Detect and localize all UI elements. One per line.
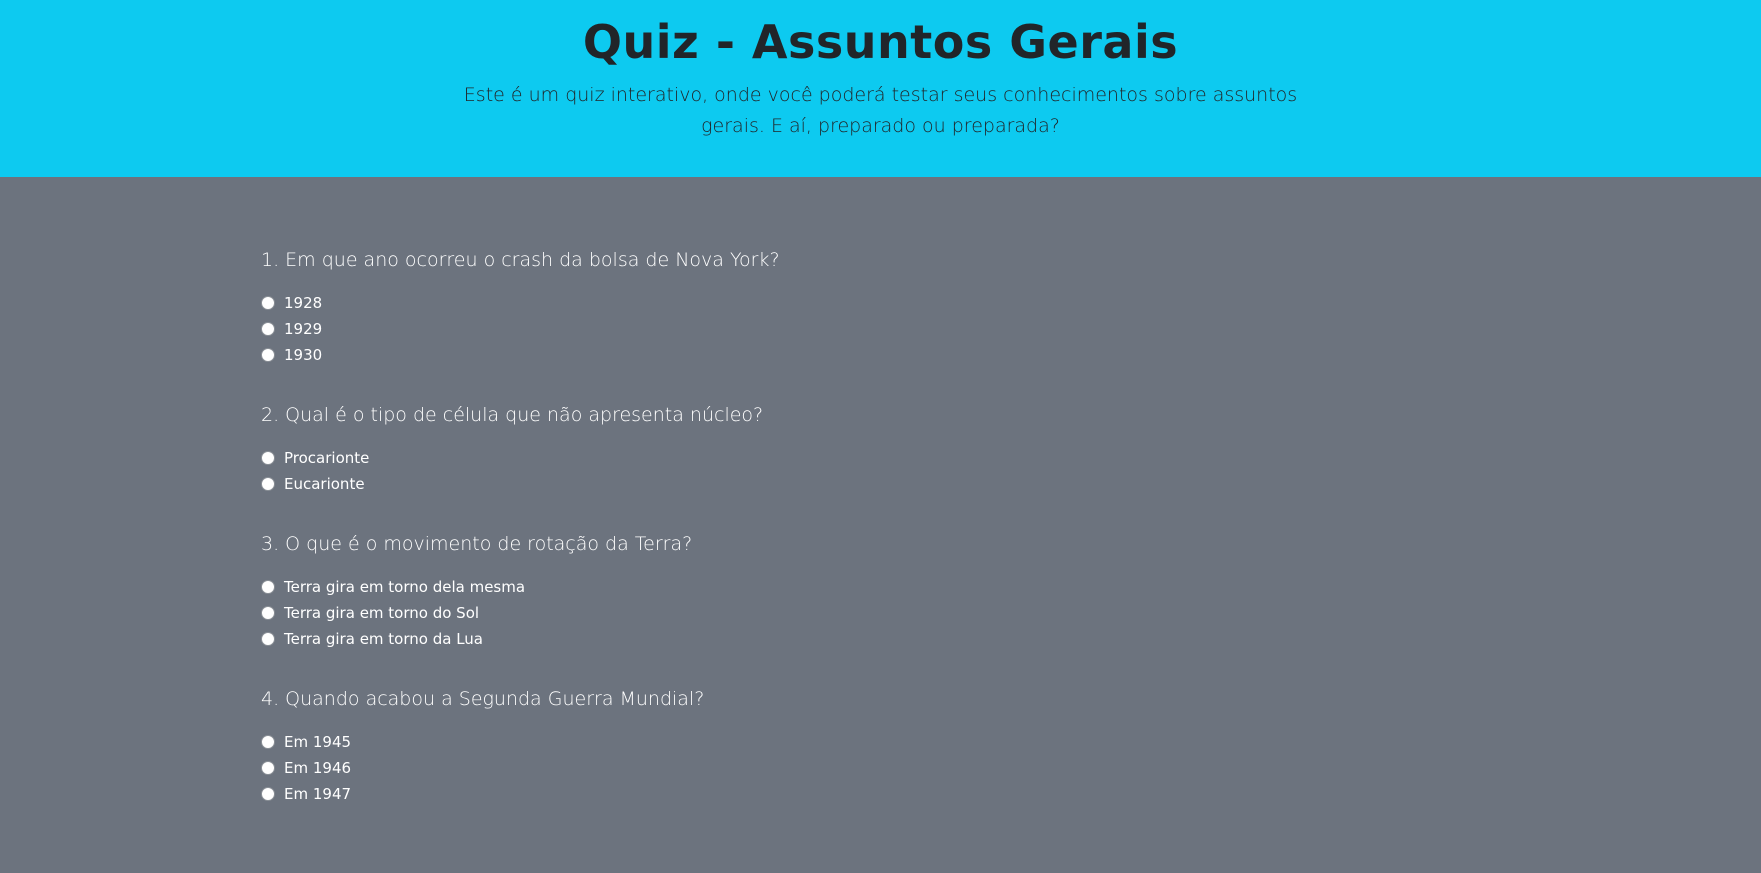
question-1-option-3[interactable]: 1930 (261, 342, 1761, 368)
radio-button[interactable] (261, 735, 275, 749)
question-1: 1. Em que ano ocorreu o crash da bolsa d… (261, 247, 1761, 368)
question-2-option-2[interactable]: Eucarionte (261, 471, 1761, 497)
option-label: Terra gira em torno da Lua (284, 630, 483, 648)
question-3-text: 3. O que é o movimento de rotação da Ter… (261, 533, 693, 555)
radio-button[interactable] (261, 348, 275, 362)
question-2: 2. Qual é o tipo de célula que não apres… (261, 402, 1761, 497)
question-3-option-1[interactable]: Terra gira em torno dela mesma (261, 574, 1761, 600)
question-4-option-3[interactable]: Em 1947 (261, 781, 1761, 807)
question-4-option-1[interactable]: Em 1945 (261, 729, 1761, 755)
option-label: Procarionte (284, 449, 370, 467)
option-label: Eucarionte (284, 475, 365, 493)
question-4-text: 4. Quando acabou a Segunda Guerra Mundia… (261, 688, 705, 710)
option-label: Terra gira em torno dela mesma (284, 578, 526, 596)
question-4-option-2[interactable]: Em 1946 (261, 755, 1761, 781)
option-label: 1928 (284, 294, 323, 312)
option-label: 1930 (284, 346, 323, 364)
question-3-option-3[interactable]: Terra gira em torno da Lua (261, 626, 1761, 652)
radio-button[interactable] (261, 451, 275, 465)
radio-button[interactable] (261, 761, 275, 775)
question-3-option-2[interactable]: Terra gira em torno do Sol (261, 600, 1761, 626)
radio-button[interactable] (261, 787, 275, 801)
radio-button[interactable] (261, 296, 275, 310)
question-2-option-1[interactable]: Procarionte (261, 445, 1761, 471)
option-label: Terra gira em torno do Sol (284, 604, 480, 622)
option-label: Em 1945 (284, 733, 352, 751)
page-title: Quiz - Assuntos Gerais (582, 15, 1179, 69)
question-1-option-1[interactable]: 1928 (261, 290, 1761, 316)
page-header: Quiz - Assuntos Gerais Este é um quiz in… (0, 0, 1761, 177)
radio-button[interactable] (261, 632, 275, 646)
option-label: Em 1947 (284, 785, 352, 803)
question-4: 4. Quando acabou a Segunda Guerra Mundia… (261, 686, 1761, 807)
question-2-text: 2. Qual é o tipo de célula que não apres… (261, 404, 764, 426)
quiz-form: 1. Em que ano ocorreu o crash da bolsa d… (0, 177, 1761, 807)
question-3: 3. O que é o movimento de rotação da Ter… (261, 531, 1761, 652)
question-1-text: 1. Em que ano ocorreu o crash da bolsa d… (261, 249, 780, 271)
radio-button[interactable] (261, 606, 275, 620)
radio-button[interactable] (261, 477, 275, 491)
question-1-option-2[interactable]: 1929 (261, 316, 1761, 342)
radio-button[interactable] (261, 580, 275, 594)
page-subtitle: Este é um quiz interativo, onde você pod… (463, 84, 1298, 137)
option-label: 1929 (284, 320, 323, 338)
option-label: Em 1946 (284, 759, 352, 777)
radio-button[interactable] (261, 322, 275, 336)
